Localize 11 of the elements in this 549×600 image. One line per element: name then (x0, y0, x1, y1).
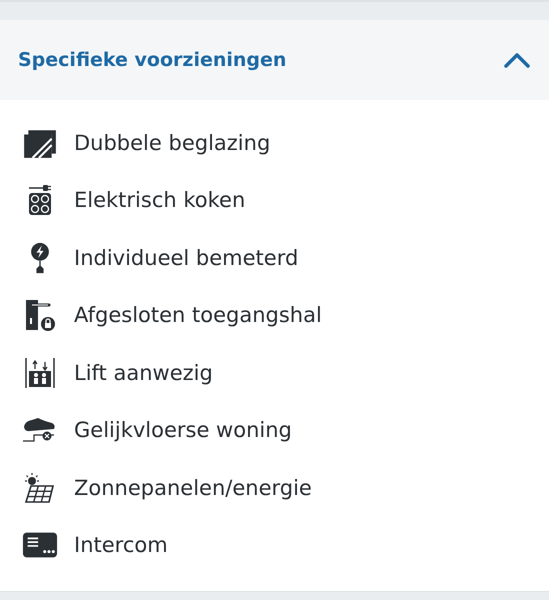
feature-label: Individueel bemeterd (74, 246, 298, 270)
feature-label: Intercom (74, 533, 168, 558)
feature-label: Lift aanwezig (74, 360, 213, 385)
feature-label: Gelijkvloerse woning (74, 418, 292, 442)
feature-label: Afgesloten toegangshal (74, 303, 322, 328)
section-title: Specifieke voorzieningen (18, 49, 286, 71)
section-header[interactable]: Specifieke voorzieningen (0, 20, 549, 100)
chevron-icon[interactable] (503, 52, 531, 68)
feature-label: Dubbele beglazing (74, 130, 270, 155)
feature-label: Zonnepanelen/energie (74, 476, 312, 500)
feature-label: Elektrisch koken (74, 188, 246, 212)
